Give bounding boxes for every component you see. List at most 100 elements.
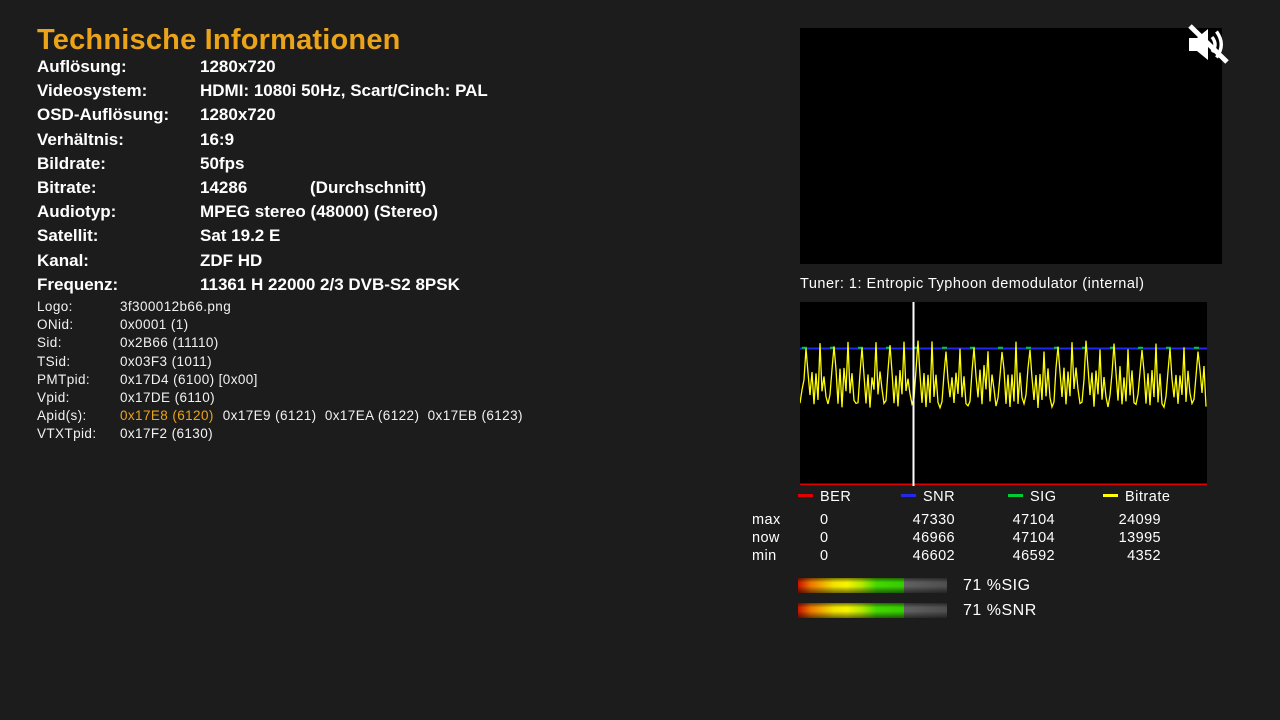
info-row-videosystem: Videosystem: HDMI: 1080i 50Hz, Scart/Cinc… (37, 81, 657, 105)
tuner-label: Tuner: 1: Entropic Typhoon demodulator (… (800, 276, 1144, 292)
snr-percent-label: 71 %SNR (963, 602, 1037, 620)
bitrate-min: 4352 (1096, 548, 1161, 564)
pid-value: 0x2B66 (11110) (120, 335, 219, 350)
info-value: 1280x720 (200, 57, 276, 77)
stats-row-max: max 0 47330 47104 24099 (0, 512, 1280, 530)
pid-row-sid: Sid: 0x2B66 (11110) (37, 335, 677, 353)
info-row-kanal: Kanal: ZDF HD (37, 251, 657, 275)
pid-value: 0x17E8 (6120) 0x17E9 (6121) 0x17EA (6122)… (120, 408, 523, 423)
pid-label: Sid: (37, 335, 62, 350)
signal-graph (800, 302, 1207, 486)
info-list: Auflösung: 1280x720 Videosystem: HDMI: 108… (37, 57, 657, 299)
info-label: Auflösung: (37, 57, 127, 77)
info-value: ZDF HD (200, 251, 262, 271)
info-value: 1280x720 (200, 105, 276, 125)
info-value: 14286 (200, 178, 247, 198)
info-label: Satellit: (37, 226, 98, 246)
stats-row-label: min (752, 548, 777, 564)
info-label: Bildrate: (37, 154, 106, 174)
info-label: Kanal: (37, 251, 89, 271)
bitrate-swatch (1103, 494, 1118, 497)
other-apids: 0x17E9 (6121) 0x17EA (6122) 0x17EB (6123… (223, 408, 523, 423)
info-label: Frequenz: (37, 275, 118, 295)
info-label: OSD-Auflösung: (37, 105, 169, 125)
info-label: Verhältnis: (37, 130, 124, 150)
pid-label: Vpid: (37, 390, 70, 405)
legend-label: SIG (1030, 489, 1056, 505)
info-value: 50fps (200, 154, 244, 174)
ber-min: 0 (820, 548, 828, 564)
legend-item-bitrate: Bitrate (1103, 489, 1170, 507)
stats-row-min: min 0 46602 46592 4352 (0, 548, 1280, 566)
stats-row-now: now 0 46966 47104 13995 (0, 530, 1280, 548)
stats-row-label: max (752, 512, 781, 528)
sig-min: 46592 (990, 548, 1055, 564)
legend-label: SNR (923, 489, 955, 505)
pid-row-tsid: TSid: 0x03F3 (1011) (37, 354, 677, 372)
sig-strength-bar-fill (798, 578, 904, 593)
mute-icon (1186, 24, 1230, 71)
info-row-frequenz: Frequenz: 11361 H 22000 2/3 DVB-S2 8PSK (37, 275, 657, 299)
legend-label: BER (820, 489, 851, 505)
sig-strength-bar (798, 578, 947, 593)
info-row-aufloesung: Auflösung: 1280x720 (37, 57, 657, 81)
pid-row-onid: ONid: 0x0001 (1) (37, 317, 677, 335)
snr-now: 46966 (890, 530, 955, 546)
pid-row-vpid: Vpid: 0x17DE (6110) (37, 390, 677, 408)
legend-label: Bitrate (1125, 489, 1170, 505)
info-value: 16:9 (200, 130, 234, 150)
info-row-audiotyp: Audiotyp: MPEG stereo (48000) (Stereo) (37, 202, 657, 226)
active-apid: 0x17E8 (6120) (120, 408, 214, 423)
ber-swatch (798, 494, 813, 497)
info-row-bildrate: Bildrate: 50fps (37, 154, 657, 178)
ber-now: 0 (820, 530, 828, 546)
signal-graph-svg (800, 302, 1207, 486)
info-value-avg: (Durchschnitt) (310, 178, 426, 198)
info-label: Audiotyp: (37, 202, 116, 222)
video-preview (800, 28, 1222, 264)
pid-label: TSid: (37, 354, 71, 369)
snr-strength-bar-fill (798, 603, 904, 618)
pid-value: 0x17DE (6110) (120, 390, 215, 405)
snr-percent-name: SNR (1001, 602, 1036, 619)
pid-list: Logo: 3f300012b66.png ONid: 0x0001 (1) Sid… (37, 299, 677, 445)
snr-swatch (901, 494, 916, 497)
pid-label: ONid: (37, 317, 74, 332)
pid-label: Logo: (37, 299, 73, 314)
legend-item-sig: SIG (1008, 489, 1056, 507)
info-row-bitrate: Bitrate: 14286 (Durchschnitt) (37, 178, 657, 202)
pid-row-logo: Logo: 3f300012b66.png (37, 299, 677, 317)
snr-max: 47330 (890, 512, 955, 528)
page-title: Technische Informationen (37, 24, 401, 57)
technical-info-screen: Technische Informationen Auflösung: 1280x… (0, 0, 1280, 720)
pid-value: 0x17D4 (6100) [0x00] (120, 372, 258, 387)
info-label: Videosystem: (37, 81, 147, 101)
pid-row-pmtpid: PMTpid: 0x17D4 (6100) [0x00] (37, 372, 677, 390)
snr-min: 46602 (890, 548, 955, 564)
sig-percent-name: SIG (1001, 577, 1030, 594)
pid-label: Apid(s): (37, 408, 87, 423)
pid-value: 3f300012b66.png (120, 299, 231, 314)
pid-label: VTXTpid: (37, 426, 96, 441)
snr-strength-bar (798, 603, 947, 618)
info-row-verhaeltnis: Verhältnis: 16:9 (37, 130, 657, 154)
ber-max: 0 (820, 512, 828, 528)
info-value: MPEG stereo (48000) (Stereo) (200, 202, 438, 222)
pid-value: 0x0001 (1) (120, 317, 189, 332)
info-value: HDMI: 1080i 50Hz, Scart/Cinch: PAL (200, 81, 488, 101)
legend-item-snr: SNR (901, 489, 955, 507)
sig-max: 47104 (990, 512, 1055, 528)
bitrate-now: 13995 (1096, 530, 1161, 546)
snr-percent-value: 71 % (963, 602, 1001, 619)
sig-swatch (1008, 494, 1023, 497)
info-label: Bitrate: (37, 178, 97, 198)
bitrate-waveform (800, 341, 1206, 409)
pid-label: PMTpid: (37, 372, 90, 387)
sig-now: 47104 (990, 530, 1055, 546)
info-value: 11361 H 22000 2/3 DVB-S2 8PSK (200, 275, 460, 295)
pid-value: 0x03F3 (1011) (120, 354, 212, 369)
pid-row-apids: Apid(s): 0x17E8 (6120) 0x17E9 (6121) 0x17E… (37, 408, 677, 426)
bitrate-max: 24099 (1096, 512, 1161, 528)
stats-row-label: now (752, 530, 780, 546)
legend-item-ber: BER (798, 489, 851, 507)
